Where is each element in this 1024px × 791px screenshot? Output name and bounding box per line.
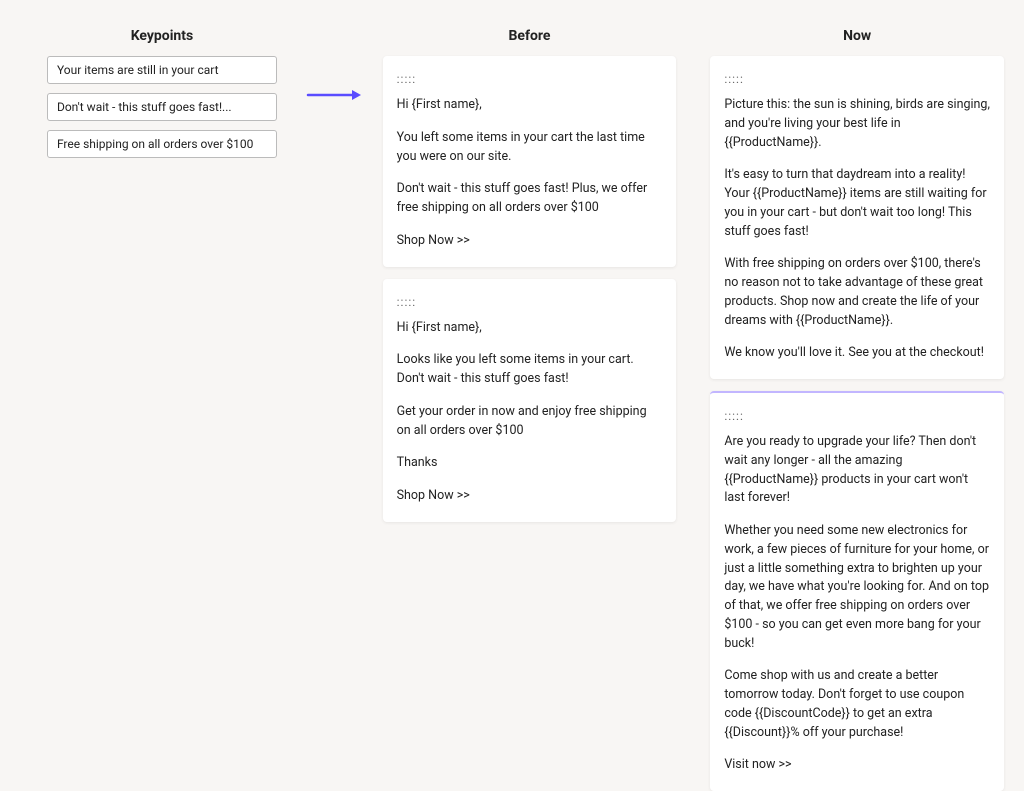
before-card[interactable]: ::::: Hi {First name}, Looks like you le… [383,279,677,522]
now-heading: Now [843,0,871,56]
card-paragraph: It's easy to turn that daydream into a r… [724,166,990,241]
card-paragraph: Whether you need some new electronics fo… [724,522,990,653]
card-paragraph: With free shipping on orders over $100, … [724,255,990,330]
now-column: Now ::::: Picture this: the sun is shini… [710,0,1004,791]
card-paragraph: Are you ready to upgrade your life? Then… [724,433,990,508]
before-column: Before ::::: Hi {First name}, You left s… [383,0,677,791]
card-paragraph: Shop Now >> [397,232,663,251]
card-paragraph: We know you'll love it. See you at the c… [724,344,990,363]
keypoints-column: Keypoints Your items are still in your c… [20,0,304,791]
keypoints-list: Your items are still in your cart Don't … [47,56,277,158]
arrow-column [304,0,363,791]
before-cards: ::::: Hi {First name}, You left some ite… [383,56,677,522]
card-paragraph: Looks like you left some items in your c… [397,351,663,389]
keypoint-item[interactable]: Free shipping on all orders over $100 [47,130,277,158]
card-paragraph: Picture this: the sun is shining, birds … [724,96,990,152]
drag-handle-icon[interactable]: ::::: [724,72,744,86]
card-paragraph: Visit now >> [724,756,990,775]
keypoints-heading: Keypoints [131,0,194,56]
card-paragraph: Shop Now >> [397,487,663,506]
now-card[interactable]: ::::: Picture this: the sun is shining, … [710,56,1004,379]
arrow-right-icon [306,85,361,105]
now-card[interactable]: ::::: Are you ready to upgrade your life… [710,391,1004,791]
card-paragraph: Hi {First name}, [397,96,663,115]
now-cards: ::::: Picture this: the sun is shining, … [710,56,1004,791]
keypoint-item[interactable]: Your items are still in your cart [47,56,277,84]
before-card[interactable]: ::::: Hi {First name}, You left some ite… [383,56,677,267]
before-heading: Before [508,0,550,56]
card-paragraph: You left some items in your cart the las… [397,129,663,167]
keypoint-item[interactable]: Don't wait - this stuff goes fast!... [47,93,277,121]
card-paragraph: Hi {First name}, [397,319,663,338]
card-paragraph: Don't wait - this stuff goes fast! Plus,… [397,180,663,218]
card-paragraph: Thanks [397,454,663,473]
drag-handle-icon[interactable]: ::::: [724,409,744,423]
drag-handle-icon[interactable]: ::::: [397,295,417,309]
drag-handle-icon[interactable]: ::::: [397,72,417,86]
card-paragraph: Get your order in now and enjoy free shi… [397,403,663,441]
card-paragraph: Come shop with us and create a better to… [724,667,990,742]
